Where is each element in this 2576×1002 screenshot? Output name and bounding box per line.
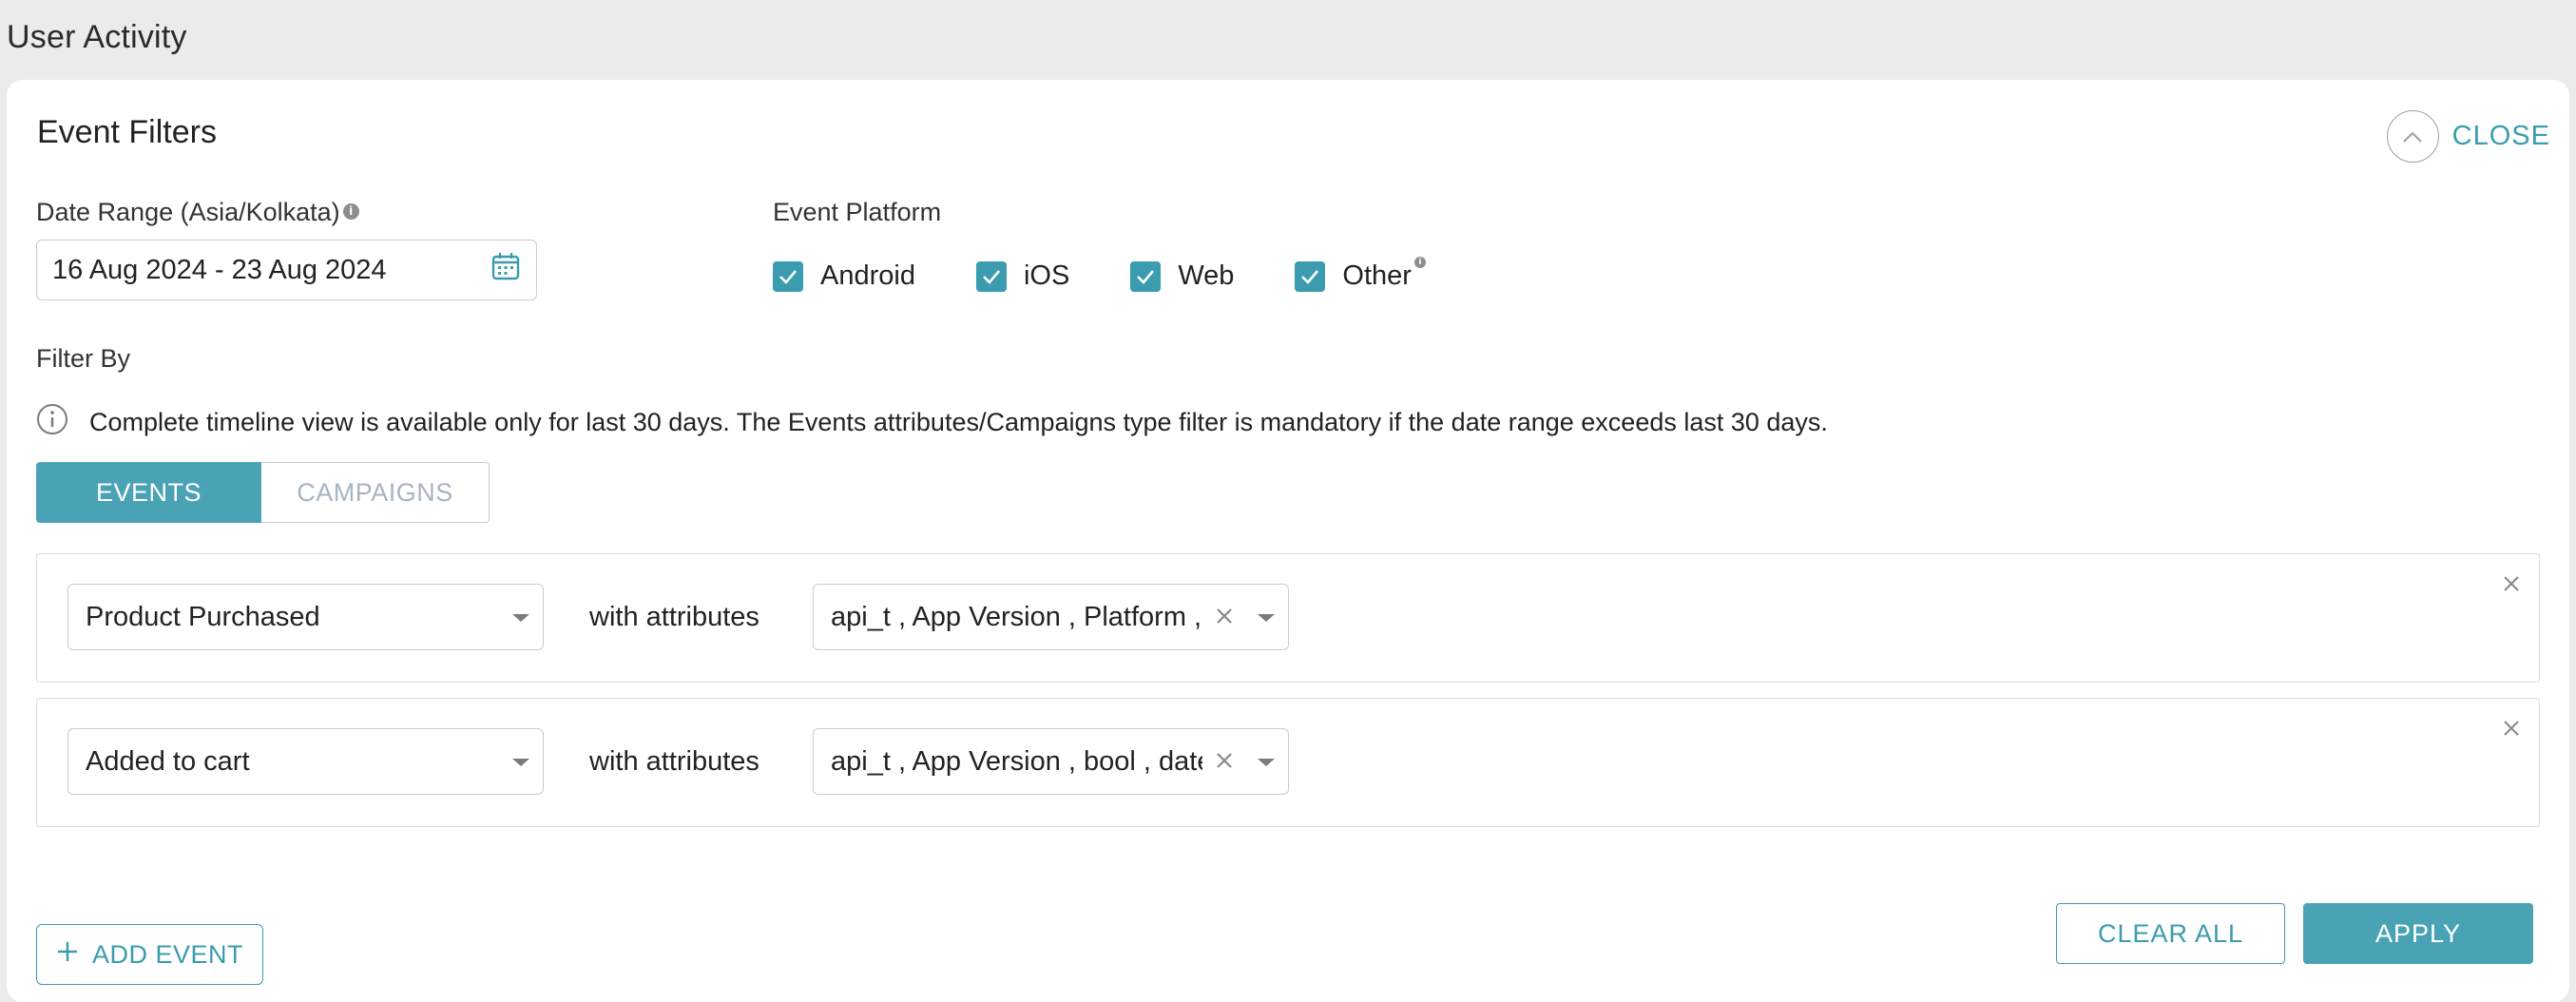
tab-campaigns[interactable]: CAMPAIGNS (261, 462, 490, 523)
event-platform-label: Event Platform (773, 198, 942, 226)
date-range-label-text: Date Range (Asia/Kolkata) (36, 198, 340, 226)
with-attributes-label: with attributes (589, 602, 759, 632)
calendar-icon[interactable] (490, 251, 521, 289)
info-icon[interactable]: i (342, 203, 359, 220)
notice-text: Complete timeline view is available only… (89, 408, 1828, 436)
platform-label: Web (1178, 260, 1235, 291)
clear-icon[interactable] (1212, 604, 1237, 628)
panel-title: Event Filters (37, 114, 217, 150)
chevron-down-icon[interactable] (512, 614, 529, 622)
filter-by-label: Filter By (36, 344, 131, 373)
event-filter-row: Product Purchased with attributes api_t … (36, 553, 2540, 683)
event-filters-panel: Event Filters CLOSE Date Range (Asia/Kol… (7, 80, 2569, 1002)
checkbox-checked-icon[interactable] (773, 260, 803, 292)
platform-label: iOS (1023, 260, 1070, 291)
close-label[interactable]: CLOSE (2452, 121, 2550, 152)
attributes-value: api_t , App Version , Platform , S (831, 601, 1202, 632)
timeline-notice: Complete timeline view is available only… (36, 403, 1828, 442)
checkbox-checked-icon[interactable] (975, 260, 1007, 292)
platform-label: Other (1342, 260, 1412, 291)
event-select[interactable]: Product Purchased (67, 584, 544, 650)
plus-icon (56, 940, 79, 970)
chevron-down-icon[interactable] (1258, 614, 1275, 622)
attributes-value: api_t , App Version , bool , date (831, 745, 1202, 777)
event-filter-row: Added to cart with attributes api_t , Ap… (36, 698, 2540, 827)
info-circle-icon (36, 403, 68, 442)
checkbox-checked-icon[interactable] (1130, 260, 1162, 292)
attributes-select[interactable]: api_t , App Version , bool , date (813, 728, 1289, 795)
checkbox-checked-icon[interactable] (1295, 260, 1326, 292)
apply-button[interactable]: APPLY (2303, 903, 2533, 964)
chevron-down-icon[interactable] (512, 759, 529, 766)
attributes-select[interactable]: api_t , App Version , Platform , S (813, 584, 1289, 650)
tab-events[interactable]: EVENTS (36, 462, 261, 523)
date-range-value: 16 Aug 2024 - 23 Aug 2024 (52, 254, 387, 285)
remove-row-icon[interactable] (2501, 573, 2522, 594)
clear-icon[interactable] (1212, 748, 1237, 773)
event-select-value: Added to cart (86, 745, 250, 777)
platform-ios[interactable]: iOS (975, 260, 1070, 292)
date-range-input[interactable]: 16 Aug 2024 - 23 Aug 2024 (36, 240, 537, 300)
date-range-label: Date Range (Asia/Kolkata) i (36, 198, 359, 227)
info-icon[interactable]: i (1413, 257, 1426, 268)
clear-all-button[interactable]: CLEAR ALL (2056, 903, 2285, 964)
add-event-button[interactable]: ADD EVENT (36, 924, 263, 985)
platform-other[interactable]: Other i (1295, 257, 1426, 292)
event-select-value: Product Purchased (86, 601, 320, 632)
chevron-up-icon[interactable] (2386, 110, 2439, 163)
platform-android[interactable]: Android (773, 260, 915, 292)
page-title: User Activity (7, 19, 187, 55)
add-event-label: ADD EVENT (91, 939, 244, 969)
close-button[interactable]: CLOSE (2386, 110, 2550, 163)
filter-tabs: EVENTS CAMPAIGNS (36, 462, 490, 523)
platform-web[interactable]: Web (1130, 260, 1234, 292)
chevron-down-icon[interactable] (1258, 759, 1275, 766)
platform-label: Android (820, 260, 915, 291)
with-attributes-label: with attributes (589, 746, 759, 777)
event-select[interactable]: Added to cart (67, 728, 544, 795)
platform-checkboxes: Android iOS Web Other i (773, 257, 1487, 292)
remove-row-icon[interactable] (2501, 718, 2522, 739)
